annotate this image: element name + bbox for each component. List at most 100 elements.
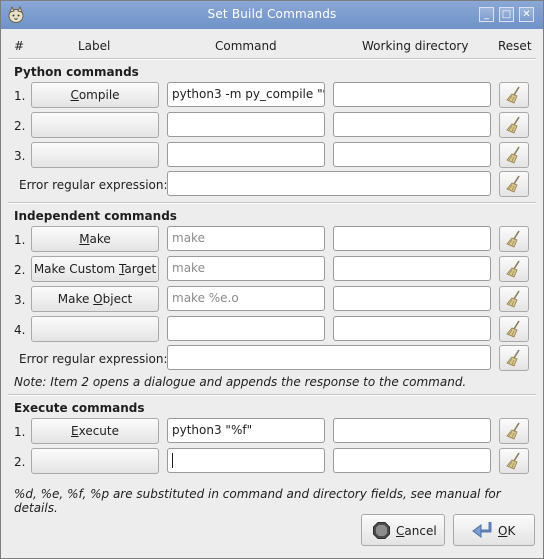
text-cursor: [172, 453, 173, 468]
independent-reset-button-3[interactable]: [499, 286, 529, 312]
row-number: 1.: [14, 89, 26, 103]
close-button[interactable]: ✕: [519, 7, 534, 22]
independent-note: Note: Item 2 opens a dialogue and append…: [14, 375, 467, 389]
python-workdir-field-2[interactable]: [333, 112, 491, 137]
row-number: 3.: [14, 149, 26, 163]
cancel-label: Cancel: [396, 524, 437, 538]
python-error-regex-field[interactable]: [167, 171, 491, 196]
header-label: Label: [78, 39, 111, 53]
section-independent-title: Independent commands: [14, 209, 177, 223]
build-commands-dialog: Set Build Commands _ □ ✕ # Label Command…: [0, 0, 544, 559]
row-number: 2.: [14, 263, 26, 277]
label-text: ompile: [78, 88, 120, 102]
execute-label-button-1[interactable]: Execute: [31, 418, 159, 444]
stop-icon: [373, 522, 390, 539]
label-text: Make Custom: [33, 262, 120, 276]
independent-workdir-field-1[interactable]: [333, 226, 491, 251]
independent-error-regex-reset-button[interactable]: [499, 345, 529, 371]
python-label-button-3[interactable]: [31, 142, 159, 168]
window-title: Set Build Commands: [207, 7, 337, 21]
independent-command-field-3[interactable]: make %e.o: [167, 286, 325, 311]
broom-icon: [506, 422, 520, 440]
section-execute-title: Execute commands: [14, 401, 145, 415]
header-reset: Reset: [498, 39, 532, 53]
cancel-button[interactable]: Cancel: [361, 514, 445, 546]
broom-icon: [506, 320, 520, 338]
execute-workdir-field-2[interactable]: [333, 448, 491, 473]
independent-command-field-1[interactable]: make: [167, 226, 325, 251]
separator: [8, 202, 536, 204]
label-mnemonic: C: [70, 88, 79, 102]
broom-icon: [506, 230, 520, 248]
broom-icon: [506, 290, 520, 308]
python-command-field-3[interactable]: [167, 142, 325, 167]
python-reset-button-1[interactable]: [499, 82, 529, 108]
ok-button[interactable]: OK: [453, 514, 535, 546]
row-number: 4.: [14, 323, 26, 337]
row-number: 3.: [14, 293, 26, 307]
independent-workdir-field-4[interactable]: [333, 316, 491, 341]
python-error-regex-reset-button[interactable]: [499, 171, 529, 197]
python-command-field-2[interactable]: [167, 112, 325, 137]
separator: [8, 394, 536, 396]
independent-workdir-field-2[interactable]: [333, 256, 491, 281]
independent-workdir-field-3[interactable]: [333, 286, 491, 311]
label-text: bject: [102, 292, 133, 306]
independent-label-button-1[interactable]: Make: [31, 226, 159, 252]
separator: [8, 58, 536, 60]
independent-label-button-2[interactable]: Make Custom Target: [31, 256, 159, 282]
row-number: 2.: [14, 119, 26, 133]
python-error-regex-label: Error regular expression:: [19, 178, 168, 192]
header-command: Command: [215, 39, 277, 53]
python-workdir-field-1[interactable]: [333, 82, 491, 107]
independent-error-regex-label: Error regular expression:: [19, 352, 168, 366]
execute-workdir-field-1[interactable]: [333, 418, 491, 443]
python-label-button-2[interactable]: [31, 112, 159, 138]
label-mnemonic: M: [79, 232, 90, 246]
label-text: xecute: [78, 424, 119, 438]
label-mnemonic: E: [71, 424, 79, 438]
broom-icon: [506, 116, 520, 134]
header-number: #: [14, 39, 25, 53]
broom-icon: [506, 86, 520, 104]
minimize-button[interactable]: _: [479, 7, 494, 22]
independent-reset-button-2[interactable]: [499, 256, 529, 282]
broom-icon: [506, 452, 520, 470]
label-mnemonic: O: [93, 292, 103, 306]
python-label-button-1[interactable]: Compile: [31, 82, 159, 108]
independent-command-field-4[interactable]: [167, 316, 325, 341]
maximize-button[interactable]: □: [499, 7, 514, 22]
python-reset-button-2[interactable]: [499, 112, 529, 138]
independent-label-button-4[interactable]: [31, 316, 159, 342]
independent-command-field-2[interactable]: make: [167, 256, 325, 281]
label-text: ake: [89, 232, 111, 246]
title-bar[interactable]: Set Build Commands _ □ ✕: [1, 1, 543, 29]
execute-command-field-2[interactable]: [167, 448, 325, 473]
section-python-title: Python commands: [14, 65, 139, 79]
execute-command-field-1[interactable]: python3 "%f": [167, 418, 325, 443]
label-text: Make: [57, 292, 94, 306]
python-reset-button-3[interactable]: [499, 142, 529, 168]
ok-label: OK: [498, 524, 515, 538]
python-workdir-field-3[interactable]: [333, 142, 491, 167]
row-number: 2.: [14, 455, 26, 469]
independent-error-regex-field[interactable]: [167, 345, 491, 370]
enter-arrow-icon: [472, 522, 492, 538]
label-text: arget: [124, 262, 157, 276]
row-number: 1.: [14, 425, 26, 439]
independent-label-button-3[interactable]: Make Object: [31, 286, 159, 312]
label-text: K: [507, 524, 516, 538]
broom-icon: [506, 175, 520, 193]
independent-reset-button-4[interactable]: [499, 316, 529, 342]
broom-icon: [506, 146, 520, 164]
independent-reset-button-1[interactable]: [499, 226, 529, 252]
row-number: 1.: [14, 233, 26, 247]
execute-reset-button-2[interactable]: [499, 448, 529, 474]
label-text: ancel: [404, 524, 437, 538]
broom-icon: [506, 260, 520, 278]
broom-icon: [506, 349, 520, 367]
execute-reset-button-1[interactable]: [499, 418, 529, 444]
execute-label-button-2[interactable]: [31, 448, 159, 474]
header-working-directory: Working directory: [362, 39, 469, 53]
python-command-field-1[interactable]: python3 -m py_compile "%f: [167, 82, 325, 107]
